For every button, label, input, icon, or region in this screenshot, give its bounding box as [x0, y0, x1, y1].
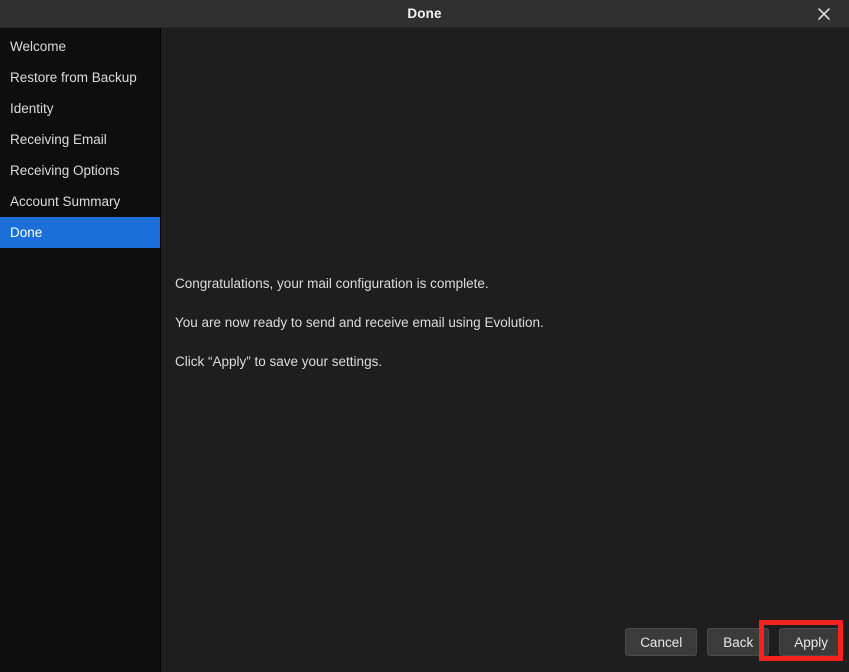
sidebar-item-receiving-email[interactable]: Receiving Email [0, 124, 160, 155]
sidebar-item-label: Account Summary [10, 194, 121, 209]
apply-button-wrapper: Apply [759, 620, 844, 661]
sidebar-item-receiving-options[interactable]: Receiving Options [0, 155, 160, 186]
sidebar-item-restore-from-backup[interactable]: Restore from Backup [0, 62, 160, 93]
apply-button-label: Apply [794, 634, 828, 650]
sidebar-item-identity[interactable]: Identity [0, 93, 160, 124]
completion-line-1: Congratulations, your mail configuration… [175, 276, 489, 291]
apply-button[interactable]: Apply [779, 628, 843, 656]
window-title: Done [407, 5, 442, 21]
completion-line-2: You are now ready to send and receive em… [175, 314, 544, 330]
assistant-step-sidebar: Welcome Restore from Backup Identity Rec… [0, 28, 161, 672]
sidebar-item-welcome[interactable]: Welcome [0, 31, 160, 62]
close-icon [817, 7, 831, 21]
assistant-content-pane: Congratulations, your mail configuration… [161, 28, 849, 672]
window-body: Welcome Restore from Backup Identity Rec… [0, 28, 849, 672]
sidebar-item-done[interactable]: Done [0, 217, 160, 248]
sidebar-item-label: Restore from Backup [10, 70, 137, 85]
sidebar-item-label: Receiving Email [10, 132, 107, 147]
window-titlebar: Done [0, 0, 849, 28]
assistant-window: Done Welcome Restore from Backup Identit… [0, 0, 849, 672]
sidebar-item-label: Done [10, 225, 43, 240]
sidebar-item-label: Identity [10, 101, 54, 116]
close-button[interactable] [809, 0, 839, 27]
back-button-label: Back [723, 634, 754, 650]
cancel-button[interactable]: Cancel [625, 628, 698, 656]
cancel-button-label: Cancel [640, 634, 683, 650]
dialog-button-bar: Cancel Back Apply [161, 612, 849, 672]
sidebar-item-label: Receiving Options [10, 163, 120, 178]
sidebar-item-label: Welcome [10, 39, 67, 54]
completion-line-3: Click “Apply” to save your settings. [175, 353, 383, 369]
back-button[interactable]: Back [707, 628, 770, 656]
completion-message: Congratulations, your mail configuration… [161, 28, 849, 371]
sidebar-item-account-summary[interactable]: Account Summary [0, 186, 160, 217]
